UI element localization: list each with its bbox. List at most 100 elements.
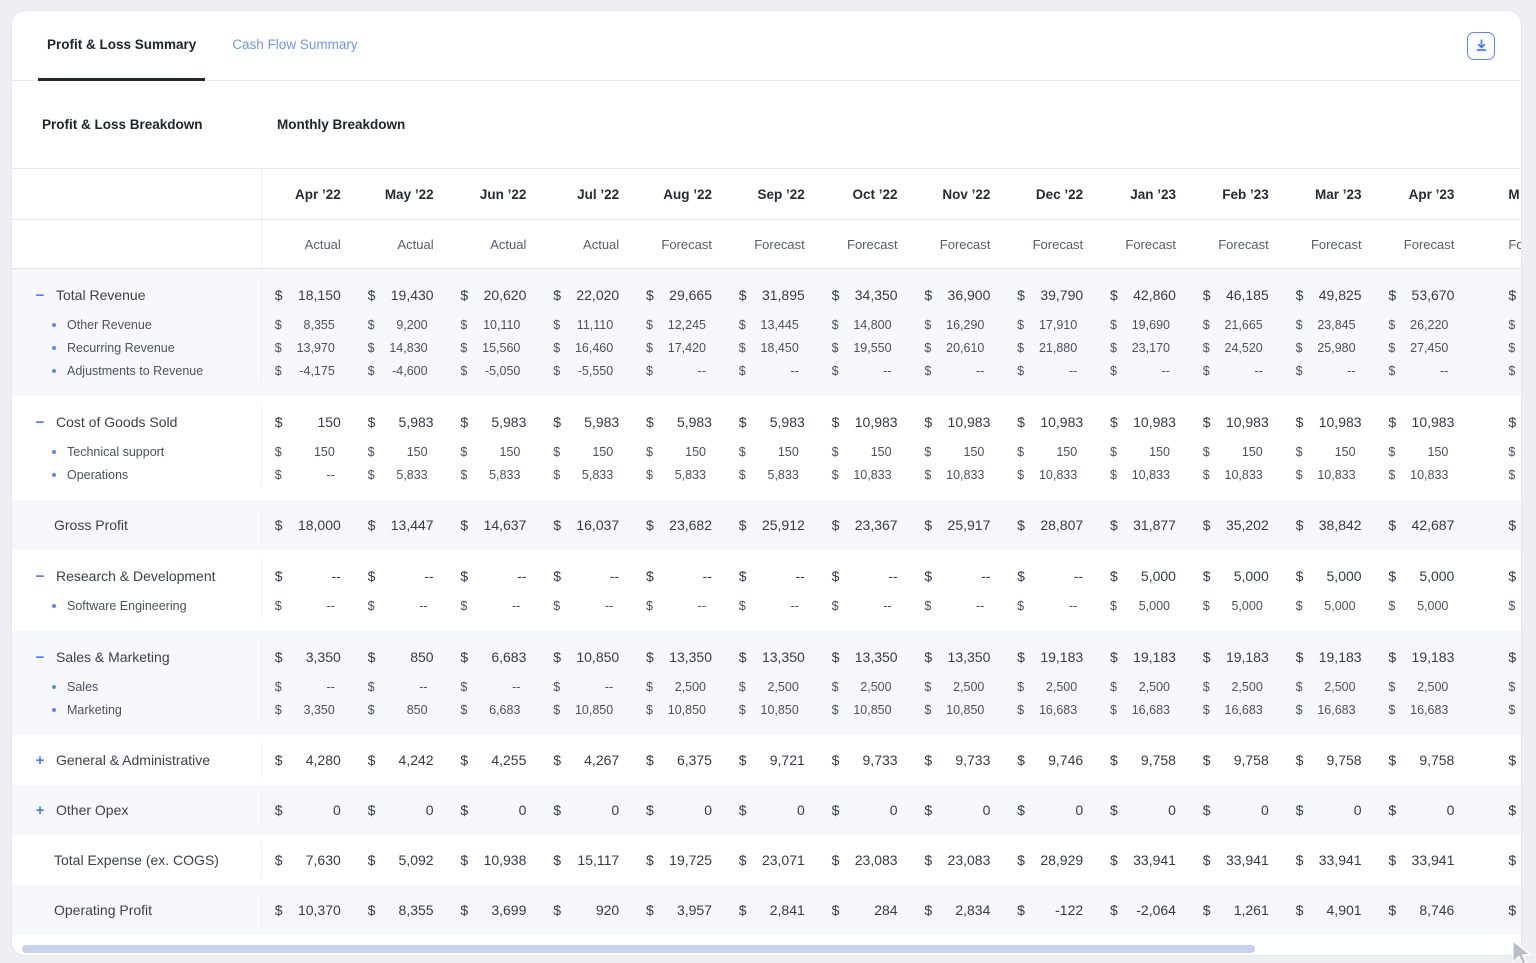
value-cell: $26,220 <box>1376 313 1469 336</box>
value-cell: $-- <box>819 359 912 382</box>
value-cell: $23,682 <box>633 507 726 543</box>
money-value: $15,560 <box>460 341 520 355</box>
tab-profit-loss-summary[interactable]: Profit & Loss Summary <box>38 11 205 81</box>
download-button[interactable] <box>1467 32 1495 60</box>
value-cell: $9,200 <box>355 313 448 336</box>
minus-icon[interactable]: − <box>32 288 48 303</box>
money-value: $19,183 <box>1110 649 1176 665</box>
money-value: $4 <box>1508 517 1522 533</box>
tab-cash-flow-summary[interactable]: Cash Flow Summary <box>223 11 366 81</box>
currency-symbol: $ <box>1110 752 1118 768</box>
money-value: $16,683 <box>1110 703 1170 717</box>
money-value: $5,983 <box>553 414 619 430</box>
currency-symbol: $ <box>646 852 654 868</box>
period-type-1: Actual <box>355 220 448 268</box>
amount: 16,683 <box>1410 703 1448 717</box>
amount: 22,020 <box>576 287 619 303</box>
plus-icon[interactable]: + <box>32 753 48 768</box>
currency-symbol: $ <box>553 318 560 332</box>
money-value: $29,665 <box>646 287 712 303</box>
money-value: $0 <box>739 802 805 818</box>
currency-symbol: $ <box>1296 649 1304 665</box>
money-value: $17,910 <box>1017 318 1077 332</box>
money-value: $46,185 <box>1203 287 1269 303</box>
currency-symbol: $ <box>832 287 840 303</box>
money-value: $10 <box>1508 414 1522 430</box>
amount: 16,037 <box>576 517 619 533</box>
value-cell: $19,183 <box>1283 639 1376 675</box>
money-value: $10,833 <box>1203 468 1263 482</box>
value-cell: $-- <box>1097 359 1190 382</box>
value-cell: $9,733 <box>912 742 1005 778</box>
amount: 4,255 <box>491 752 526 768</box>
minus-icon[interactable]: − <box>32 415 48 430</box>
currency-symbol: $ <box>460 902 468 918</box>
value-cell: $12,245 <box>633 313 726 336</box>
row-label: Total Revenue <box>56 287 146 303</box>
currency-symbol: $ <box>368 752 376 768</box>
money-value: $10,983 <box>1296 414 1362 430</box>
plus-icon[interactable]: + <box>32 803 48 818</box>
money-value: $13,970 <box>275 341 335 355</box>
value-cell: $13,350 <box>912 639 1005 675</box>
amount: -- <box>517 568 526 584</box>
row-label: Sales <box>67 680 98 694</box>
value-cell: $13,350 <box>633 639 726 675</box>
amount: -- <box>605 599 613 613</box>
amount: 150 <box>778 445 799 459</box>
currency-symbol: $ <box>832 468 839 482</box>
download-icon <box>1474 38 1489 53</box>
amount: -- <box>419 680 427 694</box>
amount: -- <box>981 568 990 584</box>
amount: -- <box>326 680 334 694</box>
amount: 10,983 <box>1412 414 1455 430</box>
table-row-research-development: −Research & Development$--$--$--$--$--$-… <box>12 558 1521 594</box>
currency-symbol: $ <box>1110 364 1117 378</box>
currency-symbol: $ <box>1203 802 1211 818</box>
row-label-cell: Sales <box>12 675 261 698</box>
value-cell: $3,350 <box>262 639 355 675</box>
currency-symbol: $ <box>275 318 282 332</box>
money-value: $-2,064 <box>1110 902 1176 918</box>
money-value: $16,037 <box>553 517 619 533</box>
money-value: $33,941 <box>1296 852 1362 868</box>
money-value: $35,202 <box>1203 517 1269 533</box>
horizontal-scrollbar-thumb[interactable] <box>22 945 1255 953</box>
amount: -- <box>1347 364 1355 378</box>
value-cell: $6,683 <box>448 639 541 675</box>
amount: 850 <box>407 703 428 717</box>
minus-icon[interactable]: − <box>32 569 48 584</box>
money-value: $5,983 <box>739 414 805 430</box>
money-value: $10,938 <box>460 852 526 868</box>
money-value: $9 <box>1508 752 1522 768</box>
value-cell: $-- <box>912 558 1005 594</box>
amount: 23,170 <box>1132 341 1170 355</box>
minus-icon[interactable]: − <box>32 650 48 665</box>
value-cell: $17,910 <box>1004 313 1097 336</box>
currency-symbol: $ <box>924 802 932 818</box>
money-value: $10,833 <box>1296 468 1356 482</box>
currency-symbol: $ <box>1508 414 1516 430</box>
amount: 150 <box>592 445 613 459</box>
value-cell: $150 <box>355 440 448 463</box>
currency-symbol: $ <box>1388 517 1396 533</box>
money-value: $5,833 <box>646 468 706 482</box>
money-value: $2,500 <box>646 680 706 694</box>
currency-symbol: $ <box>1388 468 1395 482</box>
amount: 20,610 <box>946 341 984 355</box>
currency-symbol: $ <box>275 287 283 303</box>
amount: 18,150 <box>298 287 341 303</box>
value-cell: $10,850 <box>726 698 819 721</box>
value-cell: $16,683 <box>1097 698 1190 721</box>
money-value: $10,110 <box>460 318 520 332</box>
money-value: $150 <box>1017 445 1077 459</box>
row-cells: $18,150$19,430$20,620$22,020$29,665$31,8… <box>261 277 1522 313</box>
amount: 10,833 <box>853 468 891 482</box>
currency-symbol: $ <box>275 752 283 768</box>
row-label: Operating Profit <box>54 902 152 918</box>
period-type-2: Actual <box>448 220 541 268</box>
amount: 9,758 <box>1141 752 1176 768</box>
money-value: $5,833 <box>368 468 428 482</box>
value-cell: $23,083 <box>912 842 1005 878</box>
amount: 31,895 <box>762 287 805 303</box>
